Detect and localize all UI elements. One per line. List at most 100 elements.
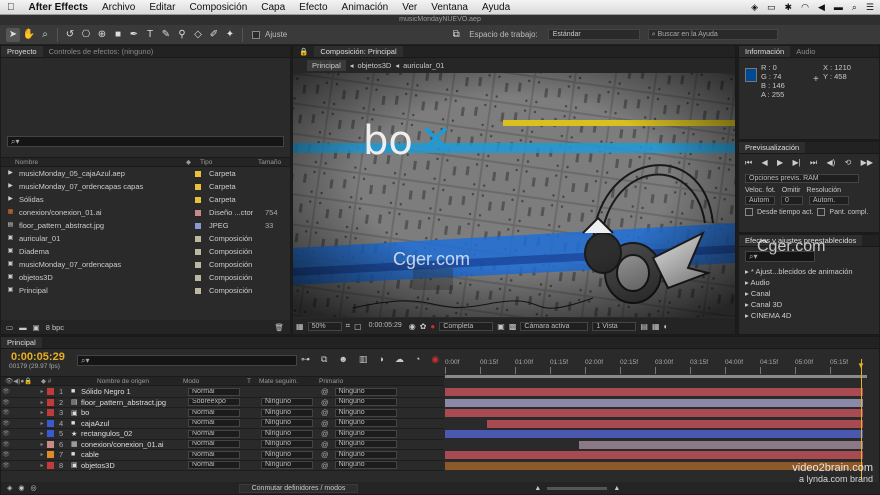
layer-name[interactable]: cable [81, 450, 188, 459]
help-search-input[interactable]: ⌕ Buscar en la Ayuda [647, 29, 778, 40]
loop-icon[interactable]: ⟲ [845, 158, 852, 168]
layer-mate-dropdown[interactable]: Ninguno [261, 408, 313, 417]
project-item[interactable]: ▣ objetos3D Composición [1, 271, 290, 284]
fullscreen-checkbox[interactable] [817, 208, 826, 216]
layer-label-color[interactable] [47, 430, 54, 438]
list-icon[interactable]: ☰ [866, 2, 874, 13]
layer-label-color[interactable] [47, 398, 54, 406]
comp-timecode[interactable]: 0:00:05:29 [366, 322, 405, 331]
prev-frame-icon[interactable]: ◀ [762, 158, 768, 168]
project-item[interactable]: ▣ Principal Composición [1, 284, 290, 297]
toggle-stretch-icon[interactable]: ◎ [31, 484, 37, 492]
expand-layer-icon[interactable]: ▸ [37, 420, 47, 427]
project-item[interactable]: ▣ Diadema Composición [1, 245, 290, 258]
menu-capa[interactable]: Capa [254, 2, 292, 13]
ram-options-dropdown[interactable]: Opciones previs. RAM [745, 174, 859, 183]
layer-mate-dropdown[interactable]: Ninguno [261, 398, 313, 407]
safe-zones-icon[interactable]: ⌗ [346, 321, 351, 331]
parent-pickwhip-icon[interactable]: @ [321, 429, 329, 438]
breadcrumb-auricular[interactable]: auricular_01 [403, 61, 444, 70]
menu-ver[interactable]: Ver [395, 2, 424, 13]
tab-composicion-principal[interactable]: Composición: Principal [314, 46, 403, 57]
shy-icon[interactable]: ☻ [338, 354, 347, 365]
col-type[interactable]: Tipo [200, 159, 258, 166]
layer-duration-bar[interactable] [578, 440, 863, 449]
hand-tool-icon[interactable]: ✋ [22, 28, 36, 42]
audio-icon[interactable]: ◀) [827, 158, 836, 168]
timeline-layer-row[interactable]: 👁 ▸ 7 ■ cable Normal Ninguno @ Ninguno [1, 450, 444, 461]
effects-category[interactable]: ▸ * Ajust...blecidos de animación [739, 266, 879, 277]
project-item[interactable]: ▣ auricular_01 Composición [1, 232, 290, 245]
parent-pickwhip-icon[interactable]: @ [321, 408, 329, 417]
layer-mate-dropdown[interactable]: Ninguno [261, 450, 313, 459]
first-frame-icon[interactable]: ⏮ [745, 158, 752, 168]
expand-layer-icon[interactable]: ▸ [37, 430, 47, 437]
expand-layer-icon[interactable]: ▸ [37, 399, 47, 406]
layer-label-color[interactable] [47, 461, 54, 469]
project-item[interactable]: ▦ conexion/conexion_01.ai Diseño ...ctor 75… [1, 206, 290, 219]
workspace-icon[interactable]: ⧉ [449, 28, 463, 42]
tab-previsualizacion[interactable]: Previsualización [739, 142, 806, 153]
timeline-layer-row[interactable]: 👁 ▸ 4 ■ cajaAzul Normal Ninguno @ Ninguno [1, 419, 444, 429]
layer-parent-dropdown[interactable]: Ninguno [334, 461, 397, 470]
menu-ventana[interactable]: Ventana [424, 2, 475, 13]
tab-informacion[interactable]: Información [739, 46, 791, 57]
res-dropdown[interactable]: Autom. [809, 196, 849, 205]
parent-pickwhip-icon[interactable]: @ [321, 398, 329, 407]
show-snapshot-icon[interactable]: ✿ [420, 322, 427, 331]
layer-mode-dropdown[interactable]: Normal [188, 408, 240, 417]
workspace-dropdown[interactable]: Estándar [547, 29, 640, 40]
dropbox-icon[interactable]: ◈ [751, 2, 758, 13]
visibility-eye-icon[interactable]: 👁 [1, 420, 11, 427]
timeline-search-input[interactable]: ⌕▾ [77, 355, 297, 366]
layer-name[interactable]: objetos3D [81, 461, 188, 470]
col-source-name[interactable]: Nombre de origen [61, 378, 183, 385]
last-frame-icon[interactable]: ⏭ [810, 158, 817, 168]
effects-category[interactable]: ▸ Audio [739, 277, 879, 288]
zoom-in-icon[interactable]: ▲ [613, 485, 620, 492]
roto-brush-tool-icon[interactable]: ✐ [207, 28, 221, 42]
layer-label-color[interactable] [47, 409, 54, 417]
layer-mate-dropdown[interactable]: Ninguno [261, 461, 313, 470]
lock-icon[interactable]: 🔒 [293, 46, 314, 57]
screen-icon[interactable]: ▭ [767, 2, 776, 13]
project-search-input[interactable]: ⌕▾ [7, 136, 284, 147]
camera-dropdown[interactable]: Cámara activa [520, 321, 589, 331]
tab-controles-efectos[interactable]: Controles de efectos: (ninguno) [43, 46, 160, 57]
layer-name[interactable]: floor_pattern_abstract.jpg [81, 398, 188, 407]
timeline-timecode[interactable]: 0:00:05:29 [11, 351, 65, 363]
new-folder-icon[interactable]: ▬ [19, 323, 27, 332]
breadcrumb-objetos3d[interactable]: objetos3D [358, 61, 392, 70]
selection-tool-icon[interactable]: ➤ [6, 27, 20, 42]
layer-mate-dropdown[interactable]: Ninguno [261, 440, 313, 449]
reset-exposure-icon[interactable]: ◐ [664, 322, 669, 331]
trash-icon[interactable]: 🗑 [274, 323, 284, 332]
interpret-footage-icon[interactable]: ▭ [6, 323, 13, 332]
layer-mode-dropdown[interactable]: Normal [188, 440, 240, 449]
zoom-dropdown[interactable]: 50% [307, 321, 342, 331]
switch-modes-button[interactable]: Conmutar definidores / modos [238, 483, 359, 493]
expand-layer-icon[interactable]: ▸ [37, 441, 47, 448]
toggle-switches-icon[interactable]: ◈ [7, 484, 12, 492]
timeline-layer-row[interactable]: 👁 ▸ 2 ▤ floor_pattern_abstract.jpg Sobreexpo N… [1, 398, 444, 408]
region-toggle-icon[interactable]: ▩ [509, 322, 517, 331]
parent-pickwhip-icon[interactable]: @ [321, 450, 329, 459]
layer-mode-dropdown[interactable]: Sobreexpo [188, 398, 240, 407]
layer-duration-bar[interactable] [445, 388, 863, 396]
parent-pickwhip-icon[interactable]: @ [321, 440, 329, 449]
col-size[interactable]: Tamaño [258, 159, 281, 166]
effects-category[interactable]: ▸ Canal [739, 288, 879, 299]
layer-duration-bar[interactable] [445, 451, 863, 459]
parent-pickwhip-icon[interactable]: @ [321, 387, 329, 396]
timeline-layer-row[interactable]: 👁 ▸ 5 ★ rectangulos_02 Normal Ninguno @ Ninguno [1, 429, 444, 440]
col-t[interactable]: T [247, 378, 259, 385]
tab-timeline-principal[interactable]: Principal [1, 337, 42, 348]
layer-parent-dropdown[interactable]: Ninguno [334, 450, 397, 459]
volume-icon[interactable]: ◀ [818, 2, 825, 13]
tab-audio[interactable]: Audio [790, 46, 821, 57]
effects-category[interactable]: ▸ CINEMA 4D [739, 310, 879, 321]
col-mode[interactable]: Modo [183, 378, 247, 385]
timeline-layer-row[interactable]: 👁 ▸ 1 ■ Sólido Negro 1 Normal @ Ninguno [1, 387, 444, 398]
zoom-tool-icon[interactable]: ⌕ [38, 28, 52, 42]
tab-proyecto[interactable]: Proyecto [1, 46, 43, 57]
